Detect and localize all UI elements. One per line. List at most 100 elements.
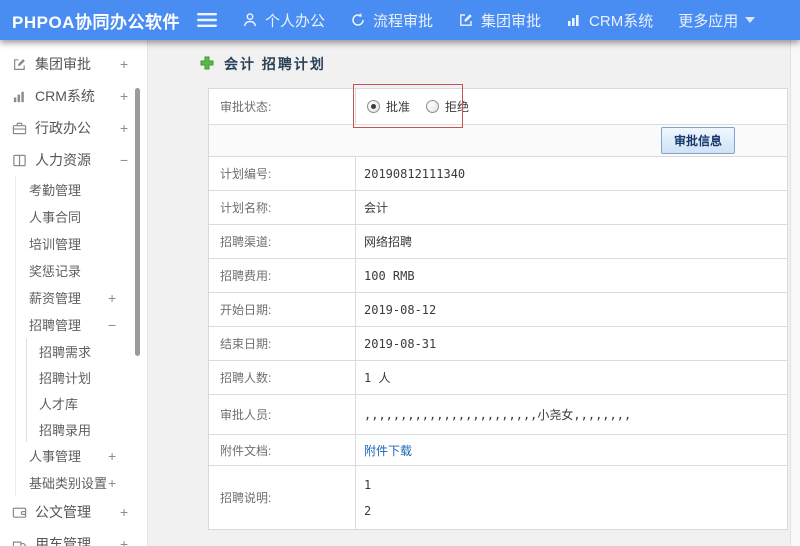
book-icon — [12, 153, 27, 168]
sidebar-item-label: 薪资管理 — [29, 291, 82, 306]
menu-workflow-approval[interactable]: 流程审批 — [350, 10, 433, 31]
attachment-download-link[interactable]: 附件下载 — [364, 442, 412, 459]
menu-crm[interactable]: CRM系统 — [566, 10, 653, 31]
field-value: 2019-08-31 — [364, 336, 437, 351]
expand-icon[interactable]: + — [120, 537, 128, 546]
menu-label: 个人办公 — [265, 12, 326, 30]
bar-chart-icon — [566, 12, 582, 28]
sidebar-item-crm[interactable]: CRM系统 + — [0, 80, 147, 112]
expand-icon[interactable]: + — [108, 476, 116, 490]
main-scrollbar-track[interactable] — [790, 40, 800, 546]
field-label: 审批状态: — [209, 89, 356, 124]
field-label: 开始日期: — [209, 293, 356, 326]
caret-down-icon — [745, 17, 756, 23]
sidebar-item-label: 行政办公 — [35, 120, 91, 136]
field-row-headcount: 招聘人数: 1 人 — [209, 360, 787, 394]
hamburger-icon — [197, 12, 217, 28]
field-label: 结束日期: — [209, 327, 356, 360]
sidebar-item-attendance[interactable]: 考勤管理 — [16, 176, 147, 203]
radio-unchecked-icon[interactable] — [426, 100, 440, 113]
field-label: 招聘人数: — [209, 361, 356, 394]
sidebar-recruitment-submenu: 招聘需求 招聘计划 人才库 招聘录用 — [26, 338, 147, 442]
sidebar-item-label: 基础类别设置 — [29, 476, 108, 491]
field-row-plan-name: 计划名称: 会计 — [209, 190, 787, 224]
sidebar-item-rewards[interactable]: 奖惩记录 — [16, 257, 147, 284]
sidebar-item-personnel[interactable]: 人事管理 + — [16, 442, 147, 469]
person-icon — [242, 12, 258, 28]
menu-group-approval[interactable]: 集团审批 — [458, 10, 541, 31]
menu-label: 集团审批 — [481, 12, 542, 30]
radio-label: 拒绝 — [445, 100, 470, 114]
expand-icon[interactable]: + — [120, 89, 128, 103]
approval-info-button[interactable]: 审批信息 — [660, 127, 735, 154]
sidebar-item-label: 人事合同 — [29, 210, 82, 225]
sidebar-item-label: 人力资源 — [35, 152, 91, 168]
field-value: 100 RMB — [364, 268, 415, 283]
sidebar-item-label: 招聘计划 — [39, 370, 92, 386]
sidebar-item-label: CRM系统 — [35, 88, 95, 104]
field-value: 网络招聘 — [364, 235, 413, 249]
edit-square-icon — [12, 57, 27, 72]
radio-checked-icon[interactable] — [367, 100, 380, 113]
field-row-attachment: 附件文档: 附件下载 — [209, 434, 787, 465]
topbar-menu: 个人办公 流程审批 集团审批 CRM系统 更多应用 — [197, 0, 756, 40]
sidebar-item-contracts[interactable]: 人事合同 — [16, 203, 147, 230]
field-row-cost: 招聘费用: 100 RMB — [209, 258, 787, 292]
expand-icon[interactable]: + — [120, 505, 128, 519]
sidebar-item-recruit-demand[interactable]: 招聘需求 — [27, 338, 147, 364]
collapse-icon[interactable]: − — [120, 153, 128, 167]
page-title: 会计 招聘计划 — [224, 56, 326, 72]
field-value: 2019-08-12 — [364, 302, 437, 317]
sidebar-item-training[interactable]: 培训管理 — [16, 230, 147, 257]
menu-label: 流程审批 — [373, 12, 434, 30]
sidebar-item-talent-pool[interactable]: 人才库 — [27, 390, 147, 416]
sidebar-item-admin-office[interactable]: 行政办公 + — [0, 112, 147, 144]
field-value: 会计 — [364, 201, 389, 215]
menu-more-apps[interactable]: 更多应用 — [678, 10, 756, 31]
expand-icon[interactable]: + — [120, 57, 128, 71]
collapse-icon[interactable]: − — [108, 318, 116, 332]
sidebar-item-recruit-hire[interactable]: 招聘录用 — [27, 416, 147, 442]
field-label: 附件文档: — [209, 435, 356, 465]
sidebar-item-label: 招聘录用 — [39, 422, 92, 438]
radio-reject[interactable]: 拒绝 — [426, 98, 469, 115]
expand-icon[interactable]: + — [108, 449, 116, 463]
sidebar-item-salary[interactable]: 薪资管理 + — [16, 284, 147, 311]
menu-personal-office[interactable]: 个人办公 — [242, 10, 325, 31]
expand-icon[interactable]: + — [120, 121, 128, 135]
menu-label: CRM系统 — [589, 12, 654, 30]
sidebar-item-hr[interactable]: 人力资源 − — [0, 144, 147, 176]
sidebar-item-label: 招聘管理 — [29, 318, 82, 333]
sidebar-item-base-category[interactable]: 基础类别设置 + — [16, 469, 147, 496]
app-title: PHPOA协同办公软件 — [12, 12, 180, 32]
field-row-channel: 招聘渠道: 网络招聘 — [209, 224, 787, 258]
field-label: 计划名称: — [209, 191, 356, 224]
sidebar-scrollbar-thumb[interactable] — [135, 88, 140, 356]
sidebar-item-label: 培训管理 — [29, 237, 82, 252]
sidebar-item-recruitment[interactable]: 招聘管理 − — [16, 311, 147, 338]
sidebar-item-recruit-plan[interactable]: 招聘计划 — [27, 364, 147, 390]
sidebar-item-label: 公文管理 — [35, 504, 91, 520]
sidebar-nav: 集团审批 + CRM系统 + 行政办公 + 人力资源 − 考勤管理 人事合同 培… — [0, 40, 147, 546]
field-label: 审批人员: — [209, 395, 356, 434]
field-row-approvers: 审批人员: ,,,,,,,,,,,,,,,,,,,,,,,,小尧女,,,,,,,… — [209, 394, 787, 434]
field-row-plan-number: 计划编号: 20190812111340 — [209, 156, 787, 190]
sidebar-item-group-approval[interactable]: 集团审批 + — [0, 48, 147, 80]
topbar: PHPOA协同办公软件 个人办公 流程审批 集团审批 CRM系统 更多应用 — [0, 0, 800, 40]
car-icon — [12, 537, 27, 546]
field-row-start-date: 开始日期: 2019-08-12 — [209, 292, 787, 326]
menu-toggle-button[interactable] — [197, 12, 217, 28]
field-label: 计划编号: — [209, 157, 356, 190]
sidebar-item-vehicles[interactable]: 用车管理 + — [0, 528, 147, 546]
field-value: 20190812111340 — [364, 166, 466, 181]
add-icon — [200, 56, 214, 73]
radio-approve[interactable]: 批准 — [367, 98, 410, 115]
sidebar-item-label: 人才库 — [39, 396, 79, 412]
sidebar-item-label: 人事管理 — [29, 449, 82, 464]
sidebar-item-documents[interactable]: 公文管理 + — [0, 496, 147, 528]
sidebar: 集团审批 + CRM系统 + 行政办公 + 人力资源 − 考勤管理 人事合同 培… — [0, 40, 148, 546]
field-label: 招聘说明: — [209, 466, 356, 529]
approval-status-row: 审批状态: 批准 拒绝 — [209, 89, 787, 124]
description-line: 1 — [364, 477, 372, 492]
expand-icon[interactable]: + — [108, 291, 116, 305]
